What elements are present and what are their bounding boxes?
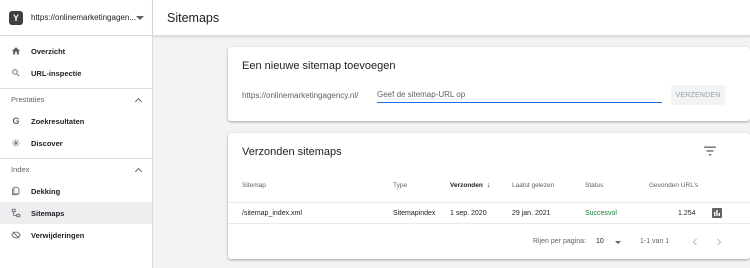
sidebar-item-discover[interactable]: ✳ Discover bbox=[0, 132, 152, 154]
rows-per-page-select[interactable]: 10 bbox=[596, 238, 604, 245]
column-header-type[interactable]: Type bbox=[393, 182, 407, 189]
property-selector[interactable]: Y https://onlinemarketingagen... bbox=[0, 0, 152, 36]
cell-last-read: 29 jan. 2021 bbox=[512, 210, 551, 217]
column-header-verzonden[interactable]: Verzonden ↓ bbox=[450, 182, 490, 189]
sitemap-url-input[interactable] bbox=[377, 87, 662, 103]
table-header: Sitemap Type Verzonden ↓ Laatst gelezen S… bbox=[228, 180, 750, 200]
card-title: Verzonden sitemaps bbox=[242, 146, 342, 158]
url-prefix: https://onlinemarketingagency.nl/ bbox=[242, 91, 359, 100]
page-range: 1-1 van 1 bbox=[640, 238, 670, 245]
cell-type: Sitemapindex bbox=[393, 210, 436, 217]
column-header-sitemap[interactable]: Sitemap bbox=[242, 182, 266, 189]
next-page-button[interactable] bbox=[714, 237, 724, 247]
sidebar-item-label: Verwijderingen bbox=[31, 230, 85, 240]
sidebar-item-label: Dekking bbox=[31, 186, 61, 196]
add-sitemap-card: Een nieuwe sitemap toevoegen https://onl… bbox=[228, 47, 750, 121]
section-index[interactable]: Index bbox=[0, 158, 152, 180]
table-row[interactable]: /sitemap_index.xml Sitemapindex 1 sep. 2… bbox=[228, 202, 750, 224]
section-title: Index bbox=[11, 165, 30, 174]
bar-chart-icon[interactable] bbox=[712, 208, 722, 218]
sidebar-item-label: Discover bbox=[31, 138, 63, 148]
submit-button[interactable]: VERZENDEN bbox=[671, 85, 725, 105]
sidebar-item-label: Zoekresultaten bbox=[31, 116, 85, 126]
section-prestaties[interactable]: Prestaties bbox=[0, 88, 152, 110]
filter-icon[interactable] bbox=[704, 146, 716, 156]
sidebar: Y https://onlinemarketingagen... Overzic… bbox=[0, 0, 153, 268]
pagination: Rijen per pagina: 10 1-1 van 1 bbox=[228, 235, 750, 251]
arrow-down-icon: ↓ bbox=[486, 182, 491, 189]
google-icon: G bbox=[12, 116, 20, 126]
column-header-status[interactable]: Status bbox=[585, 182, 603, 189]
cell-urls: 1.254 bbox=[678, 210, 696, 217]
search-icon bbox=[11, 68, 21, 78]
chevron-up-icon bbox=[134, 167, 143, 175]
submitted-sitemaps-card: Verzonden sitemaps Sitemap Type Verzonde… bbox=[228, 133, 750, 259]
prev-page-button[interactable] bbox=[690, 237, 700, 247]
cell-submitted: 1 sep. 2020 bbox=[450, 210, 487, 217]
sidebar-item-overzicht[interactable]: Overzicht bbox=[0, 40, 152, 62]
sidebar-item-label: Overzicht bbox=[31, 46, 66, 56]
sidebar-item-verwijderingen[interactable]: Verwijderingen bbox=[0, 224, 152, 246]
column-header-label: Verzonden bbox=[450, 182, 483, 189]
cell-status: Succesvol bbox=[585, 210, 617, 217]
sidebar-item-label: Sitemaps bbox=[31, 208, 65, 218]
column-header-urls[interactable]: Gevonden URL's bbox=[649, 182, 698, 189]
section-title: Prestaties bbox=[11, 95, 45, 104]
property-icon: Y bbox=[9, 10, 23, 25]
chevron-down-icon[interactable] bbox=[615, 241, 621, 244]
property-url: https://onlinemarketingagen... bbox=[31, 13, 136, 22]
column-header-laatst-gelezen[interactable]: Laatst gelezen bbox=[512, 182, 554, 189]
card-title: Een nieuwe sitemap toevoegen bbox=[242, 60, 396, 72]
coverage-icon bbox=[11, 186, 21, 196]
cell-sitemap: /sitemap_index.xml bbox=[242, 210, 302, 217]
rows-per-page-label: Rijen per pagina: bbox=[533, 238, 586, 245]
page-title: Sitemaps bbox=[167, 10, 220, 25]
sidebar-item-dekking[interactable]: Dekking bbox=[0, 180, 152, 202]
header-bar: Sitemaps bbox=[153, 0, 750, 36]
sidebar-item-sitemaps[interactable]: Sitemaps bbox=[0, 202, 152, 224]
removal-icon bbox=[11, 230, 21, 240]
sidebar-item-url-inspectie[interactable]: URL-inspectie bbox=[0, 62, 152, 84]
asterisk-icon: ✳ bbox=[11, 137, 21, 150]
sidebar-item-zoekresultaten[interactable]: G Zoekresultaten bbox=[0, 110, 152, 132]
home-icon bbox=[11, 46, 21, 56]
chevron-down-icon bbox=[136, 15, 144, 20]
sitemap-icon bbox=[11, 208, 21, 218]
chevron-up-icon bbox=[134, 97, 143, 105]
sidebar-item-label: URL-inspectie bbox=[31, 68, 82, 78]
